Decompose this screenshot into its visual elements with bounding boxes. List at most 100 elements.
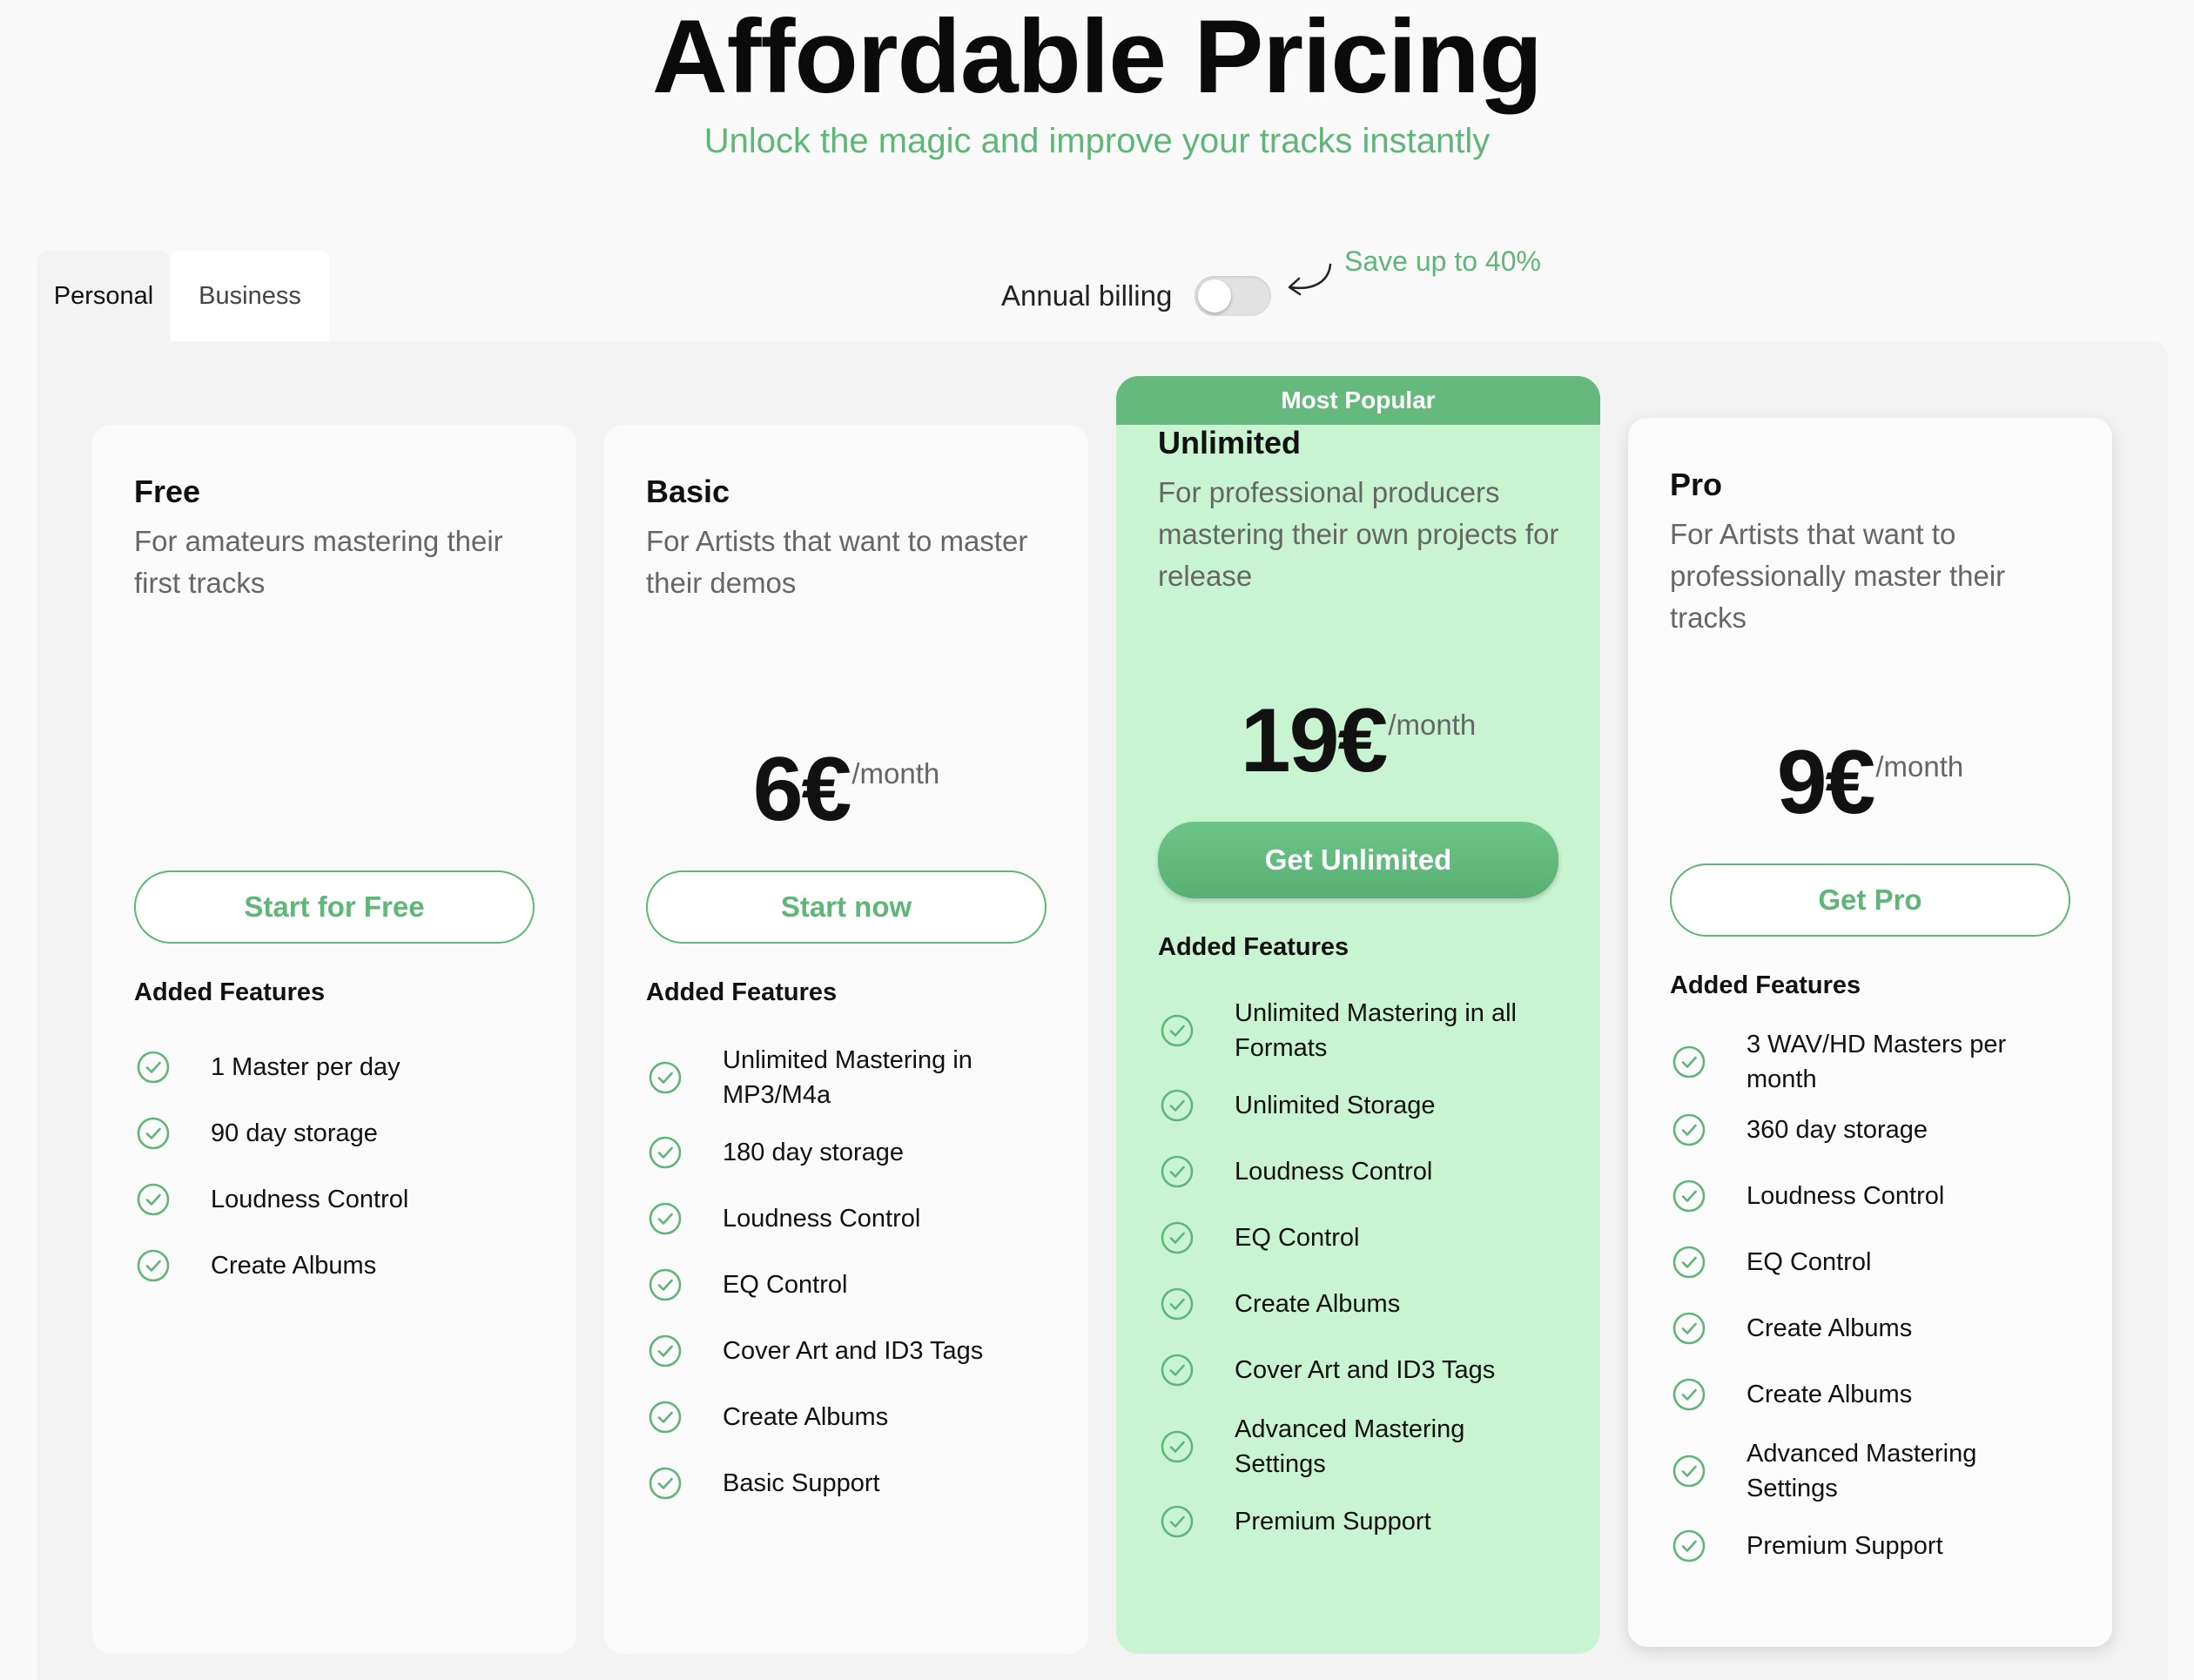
feature-item: Loudness Control: [646, 1186, 1064, 1252]
feature-label: Unlimited Mastering in MP3/M4a: [723, 1046, 972, 1109]
get-pro-button[interactable]: Get Pro: [1670, 864, 2070, 937]
plan-price: 19€/month: [1158, 689, 1558, 793]
feature-item: Unlimited Storage: [1158, 1072, 1576, 1139]
check-circle-icon: [137, 1183, 170, 1216]
plan-name: Unlimited: [1158, 425, 1302, 460]
feature-item: Unlimited Mastering in all Formats: [1158, 987, 1576, 1074]
annual-billing-toggle[interactable]: [1195, 276, 1272, 316]
price-period: /month: [1875, 750, 1964, 783]
price-period: /month: [851, 757, 940, 790]
feature-label: EQ Control: [1235, 1224, 1360, 1252]
check-circle-icon: [649, 1202, 682, 1235]
check-circle-icon: [137, 1117, 170, 1150]
check-circle-icon: [649, 1268, 682, 1301]
check-circle-icon: [1161, 1430, 1194, 1463]
plan-description: For Artists that want to professionally …: [1670, 518, 2006, 634]
feature-item: EQ Control: [1670, 1229, 2088, 1295]
feature-label: 180 day storage: [723, 1139, 904, 1166]
start-now-button[interactable]: Start now: [646, 870, 1047, 944]
tab-personal[interactable]: Personal: [37, 251, 171, 341]
plan-price: 6€/month: [646, 738, 1047, 842]
price-amount: 6€: [752, 739, 852, 840]
features-title: Added Features: [134, 978, 326, 1006]
most-popular-badge: Most Popular: [1116, 376, 1600, 425]
feature-label: Advanced Mastering Settings: [1746, 1440, 1977, 1502]
feature-label: 1 Master per day: [211, 1053, 400, 1081]
check-circle-icon: [1161, 1155, 1194, 1188]
check-circle-icon: [1672, 1045, 1706, 1079]
check-circle-icon: [649, 1061, 682, 1094]
curved-arrow-icon: [1288, 263, 1332, 296]
feature-label: Create Albums: [1235, 1290, 1401, 1318]
check-circle-icon: [1161, 1505, 1194, 1538]
toggle-knob: [1198, 279, 1232, 312]
price-period: /month: [1388, 709, 1477, 741]
feature-item: 3 WAV/HD Masters per month: [1670, 1027, 2088, 1097]
feature-label: Cover Art and ID3 Tags: [723, 1337, 984, 1365]
feature-list: Unlimited Mastering in MP3/M4a 180 day st…: [646, 1034, 1064, 1516]
feature-label: Unlimited Mastering in all Formats: [1235, 999, 1517, 1062]
feature-item: Create Albums: [134, 1233, 552, 1299]
feature-item: Premium Support: [1670, 1513, 2088, 1579]
check-circle-icon: [649, 1467, 682, 1500]
feature-label: 3 WAV/HD Masters per month: [1746, 1031, 2007, 1093]
get-unlimited-button[interactable]: Get Unlimited: [1158, 822, 1558, 898]
check-circle-icon: [1672, 1113, 1706, 1146]
billing-toggle-group: Annual billing: [1001, 270, 1272, 322]
save-note: Save up to 40%: [1344, 245, 1541, 277]
plan-type-tabs: Personal Business: [37, 251, 329, 341]
feature-label: Loudness Control: [1746, 1182, 1945, 1210]
feature-list: Unlimited Mastering in all Formats Unlimi…: [1158, 987, 1576, 1555]
check-circle-icon: [1672, 1179, 1706, 1213]
feature-label: Unlimited Storage: [1235, 1092, 1436, 1119]
check-circle-icon: [137, 1051, 170, 1084]
feature-item: EQ Control: [646, 1252, 1064, 1318]
plan-card-basic: Basic For Artists that want to master th…: [604, 425, 1088, 1654]
plan-name: Basic: [646, 474, 730, 509]
check-circle-icon: [1672, 1529, 1706, 1562]
check-circle-icon: [1672, 1378, 1706, 1411]
feature-item: Advanced Mastering Settings: [1158, 1403, 1576, 1490]
check-circle-icon: [649, 1401, 682, 1434]
page-subtitle: Unlock the magic and improve your tracks…: [703, 122, 1491, 160]
plan-card-free: Free For amateurs mastering their first …: [92, 425, 576, 1654]
feature-label: EQ Control: [723, 1271, 848, 1299]
feature-list: 3 WAV/HD Masters per month 360 day storag…: [1670, 1027, 2088, 1579]
check-circle-icon: [649, 1136, 682, 1169]
features-title: Added Features: [1158, 933, 1349, 961]
feature-label: Premium Support: [1746, 1532, 1943, 1560]
check-circle-icon: [137, 1249, 170, 1282]
plan-description: For amateurs mastering their first track…: [134, 525, 503, 599]
feature-item: Basic Support: [646, 1450, 1064, 1516]
check-circle-icon: [649, 1334, 682, 1368]
check-circle-icon: [1672, 1246, 1706, 1279]
feature-item: Create Albums: [1670, 1361, 2088, 1428]
feature-label: EQ Control: [1746, 1248, 1872, 1276]
feature-item: Create Albums: [646, 1384, 1064, 1450]
features-title: Added Features: [1670, 971, 1861, 999]
check-circle-icon: [1672, 1455, 1706, 1488]
check-circle-icon: [1161, 1354, 1194, 1387]
check-circle-icon: [1161, 1287, 1194, 1320]
feature-label: Premium Support: [1235, 1508, 1431, 1536]
check-circle-icon: [1161, 1089, 1194, 1122]
feature-item: Create Albums: [1670, 1295, 2088, 1361]
feature-item: Loudness Control: [134, 1166, 552, 1233]
feature-item: 360 day storage: [1670, 1097, 2088, 1163]
start-for-free-button[interactable]: Start for Free: [134, 870, 535, 944]
feature-label: Basic Support: [723, 1469, 880, 1497]
feature-label: Loudness Control: [723, 1205, 921, 1233]
tab-business[interactable]: Business: [171, 251, 329, 341]
price-amount: 9€: [1776, 732, 1876, 833]
feature-label: Cover Art and ID3 Tags: [1235, 1356, 1496, 1384]
feature-label: 360 day storage: [1746, 1116, 1928, 1144]
feature-label: 90 day storage: [211, 1119, 378, 1147]
feature-label: Create Albums: [1746, 1314, 1913, 1342]
feature-item: EQ Control: [1158, 1205, 1576, 1271]
check-circle-icon: [1161, 1014, 1194, 1047]
feature-list: 1 Master per day 90 day storage Loudness C…: [134, 1034, 552, 1299]
feature-item: Loudness Control: [1158, 1139, 1576, 1205]
feature-item: Unlimited Mastering in MP3/M4a: [646, 1034, 1064, 1121]
feature-label: Loudness Control: [211, 1186, 409, 1213]
plan-name: Free: [134, 474, 201, 509]
